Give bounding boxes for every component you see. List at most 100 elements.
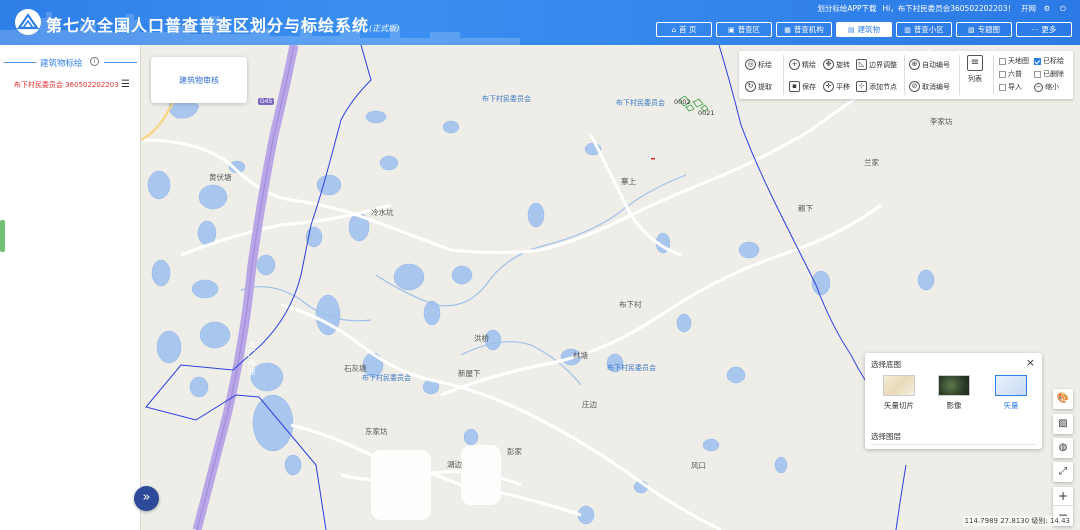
- zoom-in-button[interactable]: +: [1053, 487, 1073, 506]
- census-logo: [15, 9, 41, 35]
- thematic-map-icon: ▧: [967, 25, 975, 34]
- map-label-place: 寨上: [621, 177, 636, 186]
- app-download-link[interactable]: 划分标绘APP下载: [817, 3, 876, 14]
- imagery-thumbnail: [938, 375, 970, 396]
- region-icon: ▣: [727, 25, 735, 34]
- fine-draw-tool[interactable]: + 精绘: [789, 59, 816, 70]
- save-button[interactable]: ▪ 保存: [789, 81, 816, 92]
- map-label-place: 新屋下: [458, 369, 481, 378]
- draw-tool[interactable]: ◎ 标绘: [745, 59, 772, 70]
- header-divider-left: [4, 62, 36, 63]
- list-tool[interactable]: ≡ 列表: [967, 55, 983, 84]
- map-label-place: 石灰塘: [344, 364, 367, 373]
- auto-number-tool[interactable]: ⊕ 自动编号: [909, 59, 950, 70]
- checkbox-box-checked: [1034, 57, 1041, 65]
- pan-tool[interactable]: ✛ 平移: [823, 81, 850, 92]
- subarea-icon: ▥: [904, 25, 911, 34]
- user-bar: 划分标绘APP下载 Hi，布下村民委员会360502202203！ 开网 ⚙ ⏻: [817, 3, 1068, 14]
- checkbox-liupu[interactable]: 六普: [999, 69, 1022, 79]
- basemap-option-vector[interactable]: 矢量: [991, 375, 1031, 411]
- layer-title: 选择图层: [871, 432, 901, 441]
- boundary-adjust-tool[interactable]: ◺ 边界调整: [856, 59, 897, 70]
- nav-census-org[interactable]: ▦ 普查机构: [776, 22, 832, 37]
- building-icon: ▤: [847, 25, 855, 34]
- top-header: 第七次全国人口普查普查区划分与标绘系统(正式版) 划分标绘APP下载 Hi，布下…: [0, 0, 1080, 45]
- map-label-place: 彭家: [507, 447, 522, 456]
- checkbox-deleted[interactable]: 已删除: [1034, 69, 1064, 79]
- list-menu-icon[interactable]: ☰: [121, 80, 130, 90]
- move-icon: ✛: [823, 81, 834, 92]
- map-label-village-committee: 布下村民委员会: [607, 364, 656, 372]
- main-nav: ⌂ 首 页 ▣ 普查区 ▦ 普查机构 ▤ 建筑物 ▥ 普查小区 ▧ 专题图 ··· 更多: [656, 22, 1072, 37]
- image-layer-icon[interactable]: ▨: [1053, 414, 1073, 434]
- nav-thematic-map[interactable]: ▧ 专题图: [956, 22, 1012, 37]
- checkbox-tianditu[interactable]: 天地图: [999, 56, 1029, 66]
- node-icon: ⊹: [856, 81, 867, 92]
- highway-name: 大广高速: [247, 340, 256, 376]
- map-label-place: 李家坊: [930, 117, 953, 126]
- map-canvas[interactable]: 布下村民委员会 布下村民委员会 布下村民委员会 布下村民委员会 黄伏塘 冷水坑 …: [141, 45, 1080, 530]
- map-label-place: 布下村: [619, 300, 642, 309]
- nav-home[interactable]: ⌂ 首 页: [656, 22, 712, 37]
- checkbox-box: [999, 70, 1006, 78]
- map-label-place: 赖下: [798, 204, 813, 213]
- checkbox-box: [1034, 70, 1041, 78]
- home-icon: ⌂: [671, 25, 677, 34]
- settings-icon[interactable]: ⚙: [1042, 4, 1052, 13]
- power-icon[interactable]: ⏻: [1058, 4, 1068, 14]
- drawing-toolbar: ◎ 标绘 ↻ 提取 + 精绘 ▪ 保存 ✥ 旋转 ✛ 平移 ◺ 边界调整 ⊹ 添加节点 ⊕ 自动编…: [739, 51, 1073, 99]
- map-label-village-committee: 布下村民委员会: [482, 95, 531, 103]
- toolbar-divider: [783, 55, 784, 95]
- checkbox-box: [999, 57, 1006, 65]
- more-icon: ···: [1031, 25, 1039, 34]
- org-icon: ▦: [784, 25, 791, 34]
- map-label-place: 风口: [691, 461, 706, 470]
- left-panel-header: 建筑物标绘 i: [0, 55, 141, 69]
- globe-icon[interactable]: ◍: [1053, 438, 1073, 458]
- nav-census-subarea[interactable]: ▥ 普查小区: [896, 22, 952, 37]
- highway-shield: G45: [258, 98, 275, 105]
- map-label-village-committee: 布下村民委员会: [616, 99, 665, 107]
- basemap-selector: 选择底图 × 矢量切片 影像 矢量 选择图层: [865, 353, 1042, 449]
- nav-building[interactable]: ▤ 建筑物: [836, 22, 892, 37]
- save-icon: ▪: [789, 81, 800, 92]
- expand-panel-button[interactable]: »: [134, 486, 159, 511]
- map-label-place: 庄边: [582, 400, 597, 409]
- coordinate-readout: 114.7989 27.8130 级别: 14.43: [962, 516, 1072, 526]
- toolbar-divider: [993, 55, 994, 95]
- basemap-option-imagery[interactable]: 影像: [934, 375, 974, 411]
- checkbox-drawn[interactable]: 已标绘: [1034, 56, 1064, 66]
- fullscreen-icon[interactable]: ⤢: [1053, 462, 1073, 482]
- close-icon[interactable]: ×: [1026, 356, 1035, 369]
- basemap-title: 选择底图: [871, 360, 901, 369]
- app-subtitle: (正式版): [369, 24, 400, 33]
- map-label-place: 黄伏塘: [209, 173, 232, 182]
- cancel-number-icon: ⊘: [909, 81, 920, 92]
- building-code-label: 0002: [674, 98, 691, 106]
- minimize-toolbar-button[interactable]: − 缩小: [1034, 82, 1059, 92]
- palette-icon[interactable]: 🎨: [1053, 389, 1073, 409]
- info-icon[interactable]: i: [90, 57, 99, 66]
- add-node-tool[interactable]: ⊹ 添加节点: [856, 81, 897, 92]
- minus-icon: −: [1034, 82, 1043, 92]
- map-label-place: 湖边: [447, 460, 462, 469]
- greeting-text: Hi，布下村民委员会360502202203！: [882, 4, 1015, 13]
- map-label-place: 冷水坑: [371, 208, 394, 217]
- panel-title: 建筑物标绘: [40, 59, 83, 69]
- vector-thumbnail: [995, 375, 1027, 396]
- panel-scroll-handle[interactable]: [0, 220, 5, 252]
- account-link[interactable]: 开网: [1021, 3, 1036, 14]
- village-tree-item[interactable]: 布下村民委员会 360502202203: [14, 80, 119, 90]
- basemap-option-vector-tile[interactable]: 矢量切片: [879, 375, 919, 411]
- nav-more[interactable]: ··· 更多: [1016, 22, 1072, 37]
- auto-number-icon: ⊕: [909, 59, 920, 70]
- cancel-number-tool[interactable]: ⊘ 取消编号: [909, 81, 950, 92]
- building-audit-button[interactable]: 建筑物审核: [151, 57, 247, 103]
- nav-census-area[interactable]: ▣ 普查区: [716, 22, 772, 37]
- checkbox-box: [999, 83, 1006, 91]
- checkbox-import[interactable]: 导入: [999, 82, 1022, 92]
- rotate-icon: ✥: [823, 59, 834, 70]
- rotate-tool[interactable]: ✥ 旋转: [823, 59, 850, 70]
- plus-icon: +: [789, 59, 800, 70]
- extract-tool[interactable]: ↻ 提取: [745, 81, 772, 92]
